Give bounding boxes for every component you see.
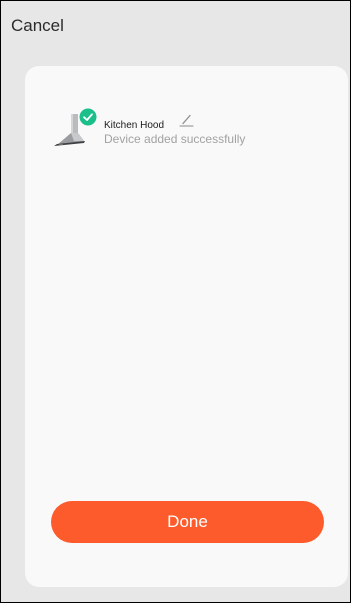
- pencil-icon[interactable]: [179, 112, 194, 127]
- result-card: Kitchen Hood Device added successfully D…: [25, 66, 348, 587]
- device-name: Kitchen Hood: [104, 120, 165, 131]
- cancel-button[interactable]: Cancel: [11, 16, 64, 36]
- device-status-text: Device added successfully: [104, 132, 246, 146]
- device-row: Kitchen Hood Device added successfully: [51, 108, 311, 152]
- check-circle-icon: [79, 108, 97, 126]
- done-button[interactable]: Done: [51, 501, 324, 543]
- app-screen: Cancel Kitchen Hood Device added success…: [0, 0, 351, 603]
